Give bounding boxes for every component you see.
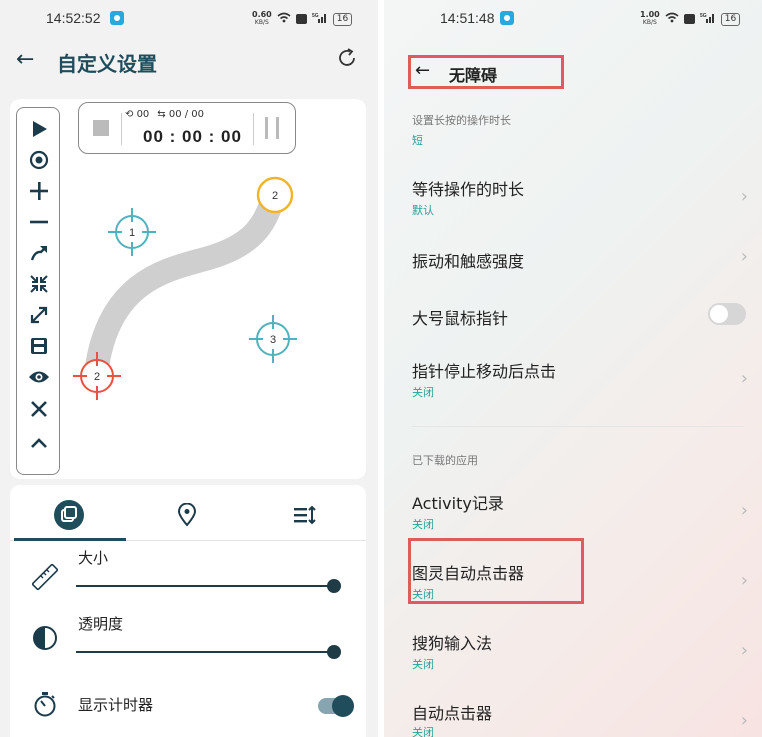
large-cursor-item[interactable]: 大号鼠标指针 bbox=[384, 293, 762, 353]
target-2-start[interactable]: 2 bbox=[73, 352, 121, 400]
app-notification-icon bbox=[110, 11, 124, 25]
app-item-activity[interactable]: Activity记录 关闭 › bbox=[384, 482, 762, 542]
chevron-right-icon: › bbox=[740, 570, 748, 591]
wifi-icon bbox=[665, 12, 679, 26]
stopwatch-icon bbox=[30, 689, 60, 719]
highlight-box bbox=[408, 538, 584, 604]
chevron-right-icon: › bbox=[740, 710, 748, 731]
refresh-icon[interactable] bbox=[336, 47, 358, 75]
page-title: 无障碍 bbox=[449, 66, 498, 85]
timer-label: 显示计时器 bbox=[78, 696, 154, 714]
svg-text:2: 2 bbox=[272, 190, 278, 202]
settings-card: 大小 透明度 显示计时器 bbox=[10, 485, 366, 737]
chevron-right-icon: › bbox=[740, 186, 748, 207]
left-screen: 14:52:52 0.60 KB/S 5G 16 ← 自定义设置 ⟲ 00 ⇆ … bbox=[0, 0, 378, 737]
signal-icon: 5G bbox=[312, 12, 328, 26]
wait-duration-item[interactable]: 等待操作的时长 默认 › bbox=[384, 168, 762, 228]
accessibility-header: ← 无障碍 bbox=[408, 55, 564, 89]
chevron-right-icon: › bbox=[740, 368, 748, 389]
opacity-slider[interactable] bbox=[76, 645, 341, 659]
net-speed: 0.60 KB/S bbox=[252, 10, 272, 27]
tab-sort[interactable] bbox=[246, 495, 364, 539]
target-2-end[interactable]: 2 bbox=[256, 176, 294, 214]
status-time: 14:52:52 bbox=[46, 10, 101, 26]
battery-indicator: 16 bbox=[720, 12, 741, 26]
status-bar: 14:52:52 0.60 KB/S 5G 16 bbox=[0, 8, 378, 30]
size-slider-knob[interactable] bbox=[327, 579, 341, 593]
battery-indicator: 16 bbox=[332, 12, 353, 26]
tab-location[interactable] bbox=[128, 495, 246, 539]
status-bar: 14:51:48 1.00 KB/S 5G 16 bbox=[384, 8, 762, 30]
wifi-icon bbox=[277, 12, 291, 26]
long-press-duration-label: 设置长按的操作时长 bbox=[412, 114, 511, 127]
back-arrow-icon[interactable]: ← bbox=[415, 60, 430, 81]
status-time: 14:51:48 bbox=[440, 10, 495, 26]
svg-text:3: 3 bbox=[270, 334, 276, 346]
sort-list-icon bbox=[293, 505, 317, 529]
svg-text:2: 2 bbox=[94, 371, 100, 383]
app-item-sogou[interactable]: 搜狗输入法 关闭 › bbox=[384, 622, 762, 682]
hd-icon bbox=[683, 14, 695, 24]
ruler-icon bbox=[30, 562, 60, 592]
target-layer: 1 2 3 2 bbox=[73, 176, 297, 400]
long-press-duration-value[interactable]: 短 bbox=[412, 132, 423, 148]
app-notification-icon bbox=[500, 11, 514, 25]
signal-icon: 5G bbox=[700, 12, 716, 26]
back-arrow-icon[interactable]: ← bbox=[16, 47, 34, 72]
size-label: 大小 bbox=[78, 549, 109, 567]
vibration-item[interactable]: 振动和触感强度 › bbox=[384, 236, 762, 296]
downloaded-apps-label: 已下载的应用 bbox=[412, 454, 478, 467]
svg-text:5G: 5G bbox=[312, 13, 319, 19]
svg-text:1: 1 bbox=[129, 227, 135, 239]
tab-bar bbox=[10, 485, 366, 541]
app-header: ← 自定义设置 bbox=[0, 45, 378, 81]
opacity-slider-knob[interactable] bbox=[327, 645, 341, 659]
large-cursor-toggle[interactable] bbox=[708, 303, 746, 325]
target-3[interactable]: 3 bbox=[249, 315, 297, 363]
location-pin-icon bbox=[177, 502, 197, 531]
chevron-right-icon: › bbox=[740, 640, 748, 661]
chevron-right-icon: › bbox=[740, 246, 748, 267]
opacity-icon bbox=[30, 623, 60, 653]
timer-toggle[interactable] bbox=[318, 695, 354, 717]
dwell-click-item[interactable]: 指针停止移动后点击 关闭 › bbox=[384, 350, 762, 410]
app-item-auto-clicker[interactable]: 自动点击器 关闭 › bbox=[384, 692, 762, 737]
right-screen: 14:51:48 1.00 KB/S 5G 16 ← 无障碍 设置长按的操作时长 … bbox=[384, 0, 762, 737]
target-tab-icon bbox=[53, 499, 85, 535]
active-tab-indicator bbox=[14, 538, 126, 541]
opacity-label: 透明度 bbox=[78, 615, 124, 633]
tab-target[interactable] bbox=[10, 495, 128, 539]
page-title: 自定义设置 bbox=[57, 52, 157, 76]
hd-icon bbox=[295, 14, 307, 24]
chevron-right-icon: › bbox=[740, 500, 748, 521]
svg-text:5G: 5G bbox=[700, 13, 707, 19]
size-slider[interactable] bbox=[76, 579, 341, 593]
target-1[interactable]: 1 bbox=[108, 208, 156, 256]
script-canvas[interactable]: ⟲ 00 ⇆ 00 / 00 00 : 00 : 00 1 2 3 2 bbox=[10, 99, 366, 479]
timer-toggle-knob bbox=[332, 695, 354, 717]
net-speed: 1.00 KB/S bbox=[640, 10, 660, 27]
